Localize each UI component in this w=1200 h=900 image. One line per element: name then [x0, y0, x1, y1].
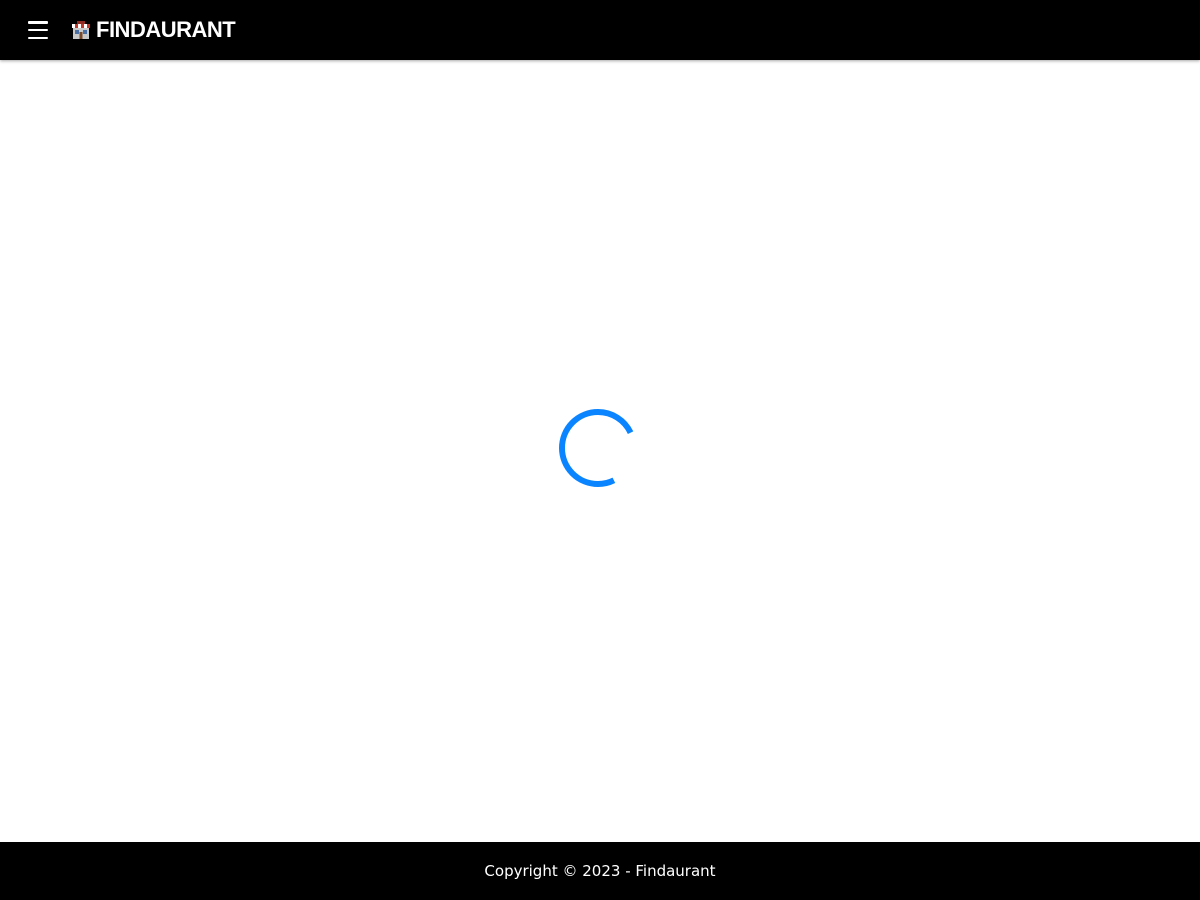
top-navbar: FINDAURANT — [0, 0, 1200, 60]
hamburger-line — [28, 36, 48, 39]
hamburger-line — [28, 28, 48, 32]
app-page: FINDAURANT Copyright © 2023 - Findaurant — [0, 0, 1200, 900]
page-footer: Copyright © 2023 - Findaurant — [0, 842, 1200, 900]
brand-link[interactable]: FINDAURANT — [71, 17, 236, 43]
copyright-text: Copyright © 2023 - Findaurant — [484, 862, 716, 880]
brand-name: FINDAURANT — [96, 17, 236, 42]
hamburger-line — [28, 21, 48, 24]
loading-spinner-icon — [558, 408, 638, 488]
main-content — [0, 60, 1200, 842]
hamburger-menu-icon[interactable] — [28, 21, 48, 39]
restaurant-building-icon — [72, 21, 90, 39]
